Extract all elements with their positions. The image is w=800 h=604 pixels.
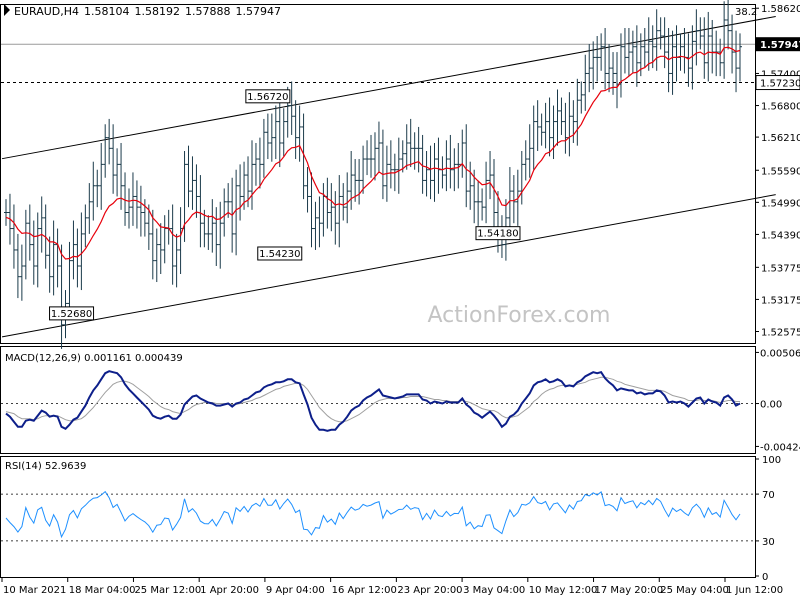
macd-y-tick-label: 0.00 [760,400,782,411]
y-tick-label: 1.56800 [761,102,800,113]
header-high: 1.58192 [135,5,181,18]
y-tick-label: 1.53775 [761,263,800,274]
x-tick-label: 10 May 12:00 [529,585,598,596]
annotation-label: 1.54230 [259,249,300,260]
rsi-y-tick-label: 100 [762,455,781,466]
x-tick-label: 16 Apr 12:00 [332,585,397,596]
y-tick-label: 1.58620 [761,4,800,15]
x-tick-label: 17 May 20:00 [595,585,664,596]
rsi-y-tick-label: 70 [762,490,775,501]
x-tick-label: 1 Apr 20:00 [200,585,259,596]
y-tick-label: 1.56210 [761,133,800,144]
price-header: EURAUD,H4 1.58104 1.58192 1.57888 1.57947 [14,5,281,18]
watermark: ActionForex.com [428,303,611,328]
fib-label: 38.2 [735,7,757,18]
y-tick-label: 1.55590 [761,166,800,177]
x-tick-label: 25 Mar 12:00 [134,585,201,596]
y-tick-label: 1.54990 [761,198,800,209]
y-tick-label: 1.53175 [761,295,800,306]
x-tick-label: 1 Jun 12:00 [726,585,783,596]
rsi-title: RSI(14) 52.9639 [5,461,86,472]
y-tick-label: 1.52575 [761,328,800,339]
x-tick-label: 18 Mar 04:00 [69,585,136,596]
chart-canvas: ActionForex.com EURAUD,H4 1.58104 1.58192 1… [0,0,800,600]
x-tick-label: 23 Apr 20:00 [397,585,462,596]
current-price-label: 1.57947 [760,40,800,51]
annotation-label: 1.54180 [477,229,518,240]
header-open: 1.58104 [84,5,130,18]
annotation-label: 1.52680 [51,309,92,320]
macd-y-tick-label: 0.005062 [760,348,800,359]
y-tick-label: 1.54390 [761,230,800,241]
x-tick-label: 9 Apr 04:00 [266,585,325,596]
x-tick-label: 25 May 04:00 [660,585,729,596]
header-close: 1.57947 [236,5,282,18]
annotation-label: 1.56720 [247,92,288,103]
x-tick-label: 10 Mar 2021 [3,585,66,596]
rsi-y-tick-label: 0 [762,572,768,583]
chart-container: ActionForex.com EURAUD,H4 1.58104 1.58192 1… [0,0,800,600]
macd-y-tick-label: -0.004248 [760,442,800,453]
rsi-y-tick-label: 30 [762,537,775,548]
macd-title: MACD(12,26,9) 0.001161 0.000439 [5,353,183,364]
header-symbol: EURAUD,H4 [14,5,79,18]
header-low: 1.57888 [185,5,231,18]
x-tick-label: 3 May 04:00 [463,585,525,596]
level-price-label: 1.57230 [760,79,800,90]
